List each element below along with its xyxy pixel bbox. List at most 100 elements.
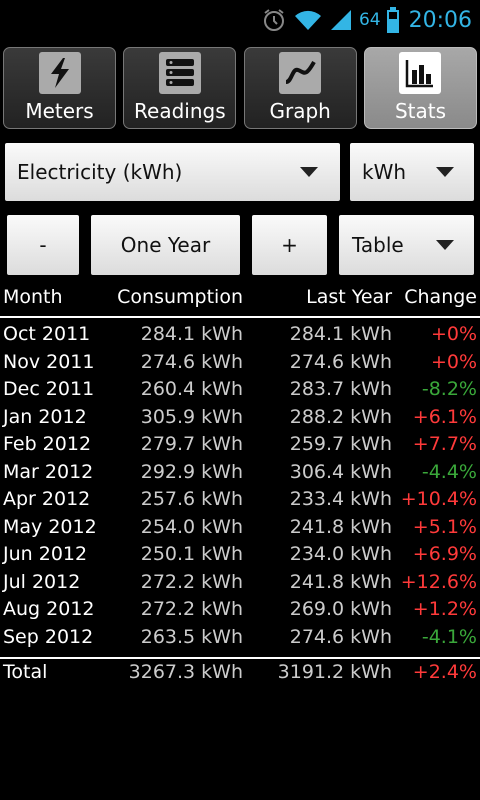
cell-month: May 2012: [3, 515, 97, 538]
period-label: One Year: [120, 233, 211, 257]
tab-stats[interactable]: Stats: [363, 47, 477, 129]
cell-last-year: 274.6 kWh: [289, 350, 392, 373]
chevron-down-icon: [436, 167, 454, 177]
tab-label: Meters: [25, 99, 94, 123]
cell-month: Apr 2012: [3, 488, 91, 510]
cell-consumption: 272.2 kWh: [140, 570, 243, 593]
tab-label: Readings: [134, 99, 226, 123]
cell-month: Sep 2012: [3, 625, 94, 648]
table-row: Dec 2011 260.4 kWh 283.7 kWh -8.2%: [0, 378, 480, 406]
tab-graph[interactable]: Graph: [243, 47, 357, 129]
meter-select-value: Electricity (kWh): [17, 160, 183, 184]
total-last-year: 3191.2 kWh: [277, 661, 392, 683]
chevron-down-icon: [300, 167, 318, 177]
lightning-icon: [38, 52, 81, 94]
clock: 20:06: [408, 7, 472, 33]
cell-consumption: 305.9 kWh: [140, 405, 243, 428]
table-row: Jul 2012 272.2 kWh 241.8 kWh +12.6%: [0, 571, 480, 599]
next-period-button[interactable]: +: [252, 215, 327, 275]
cell-consumption: 250.1 kWh: [140, 543, 243, 565]
meter-select[interactable]: Electricity (kWh): [5, 143, 340, 201]
cell-month: Aug 2012: [3, 598, 95, 620]
tab-readings[interactable]: Readings: [123, 47, 237, 129]
total-label: Total: [3, 661, 48, 683]
cell-month: Mar 2012: [3, 460, 94, 483]
main-tabs: Meters Readings Graph Stats: [3, 47, 477, 131]
cell-month: Jul 2012: [3, 570, 81, 593]
cell-consumption: 257.6 kWh: [140, 488, 243, 510]
table-row: May 2012 254.0 kWh 241.8 kWh +5.1%: [0, 516, 480, 544]
cell-change: +0%: [430, 350, 477, 373]
cell-last-year: 233.4 kWh: [289, 488, 392, 510]
header-consumption: Consumption: [117, 286, 243, 308]
signal-icon: [329, 8, 353, 32]
tab-meters[interactable]: Meters: [3, 47, 116, 129]
stats-table: Month Consumption Last Year Change Oct 2…: [0, 286, 480, 693]
cell-change: -4.1%: [421, 625, 477, 648]
previous-period-label: -: [39, 233, 47, 257]
previous-period-button[interactable]: -: [7, 215, 79, 275]
cell-change: +5.1%: [412, 515, 477, 538]
alarm-icon: [261, 7, 287, 33]
cell-month: Dec 2011: [3, 378, 95, 400]
cell-last-year: 241.8 kWh: [289, 515, 392, 538]
table-header: Month Consumption Last Year Change: [0, 286, 480, 318]
cell-month: Jun 2012: [3, 543, 88, 565]
table-row: Jan 2012 305.9 kWh 288.2 kWh +6.1%: [0, 406, 480, 434]
list-icon: [158, 52, 201, 94]
cell-last-year: 283.7 kWh: [289, 378, 392, 400]
table-row: Aug 2012 272.2 kWh 269.0 kWh +1.2%: [0, 598, 480, 626]
table-row: Feb 2012 279.7 kWh 259.7 kWh +7.7%: [0, 433, 480, 461]
tab-label: Stats: [394, 99, 447, 123]
total-row: Total 3267.3 kWh 3191.2 kWh +2.4%: [0, 661, 480, 693]
cell-last-year: 269.0 kWh: [289, 598, 392, 620]
table-row: Nov 2011 274.6 kWh 274.6 kWh +0%: [0, 351, 480, 379]
cell-month: Oct 2011: [3, 323, 91, 345]
battery-icon: [386, 7, 399, 33]
view-select-value: Table: [352, 233, 404, 257]
cell-last-year: 259.7 kWh: [289, 433, 392, 455]
table-row: Oct 2011 284.1 kWh 284.1 kWh +0%: [0, 323, 480, 351]
unit-select-value: kWh: [362, 160, 407, 184]
cell-change: +6.1%: [412, 405, 477, 428]
graph-icon: [279, 52, 322, 94]
cell-consumption: 260.4 kWh: [140, 378, 243, 400]
table-row: Jun 2012 250.1 kWh 234.0 kWh +6.9%: [0, 543, 480, 571]
cell-month: Feb 2012: [3, 433, 92, 455]
cell-change: +12.6%: [400, 570, 477, 593]
wifi-icon: [293, 8, 323, 32]
cell-last-year: 288.2 kWh: [289, 405, 392, 428]
cell-consumption: 274.6 kWh: [140, 350, 243, 373]
cell-change: +7.7%: [412, 433, 477, 455]
cell-last-year: 306.4 kWh: [289, 460, 392, 483]
cell-consumption: 279.7 kWh: [140, 433, 243, 455]
cell-consumption: 284.1 kWh: [140, 323, 243, 345]
unit-select[interactable]: kWh: [350, 143, 474, 201]
chevron-down-icon: [436, 240, 454, 250]
view-select[interactable]: Table: [339, 215, 474, 275]
period-button[interactable]: One Year: [91, 215, 240, 275]
cell-change: +6.9%: [412, 543, 477, 565]
cell-month: Jan 2012: [3, 405, 87, 428]
cell-consumption: 254.0 kWh: [140, 515, 243, 538]
total-divider: [0, 657, 480, 659]
status-bar: 64 20:06: [0, 0, 480, 38]
header-change: Change: [404, 286, 477, 308]
cell-consumption: 263.5 kWh: [140, 625, 243, 648]
cell-change: +0%: [430, 323, 477, 345]
header-month: Month: [3, 286, 63, 308]
cell-month: Nov 2011: [3, 350, 95, 373]
total-change: +2.4%: [412, 661, 477, 683]
cell-change: -8.2%: [421, 378, 477, 400]
table-body: Oct 2011 284.1 kWh 284.1 kWh +0% Nov 2011 274…: [0, 318, 480, 653]
header-last-year: Last Year: [306, 286, 392, 308]
cell-change: +1.2%: [412, 598, 477, 620]
table-row: Apr 2012 257.6 kWh 233.4 kWh +10.4%: [0, 488, 480, 516]
next-period-label: +: [281, 233, 298, 257]
cell-last-year: 234.0 kWh: [289, 543, 392, 565]
cell-last-year: 241.8 kWh: [289, 570, 392, 593]
cell-change: +10.4%: [400, 488, 477, 510]
table-row: Mar 2012 292.9 kWh 306.4 kWh -4.4%: [0, 461, 480, 489]
cell-consumption: 292.9 kWh: [140, 460, 243, 483]
cell-change: -4.4%: [421, 460, 477, 483]
